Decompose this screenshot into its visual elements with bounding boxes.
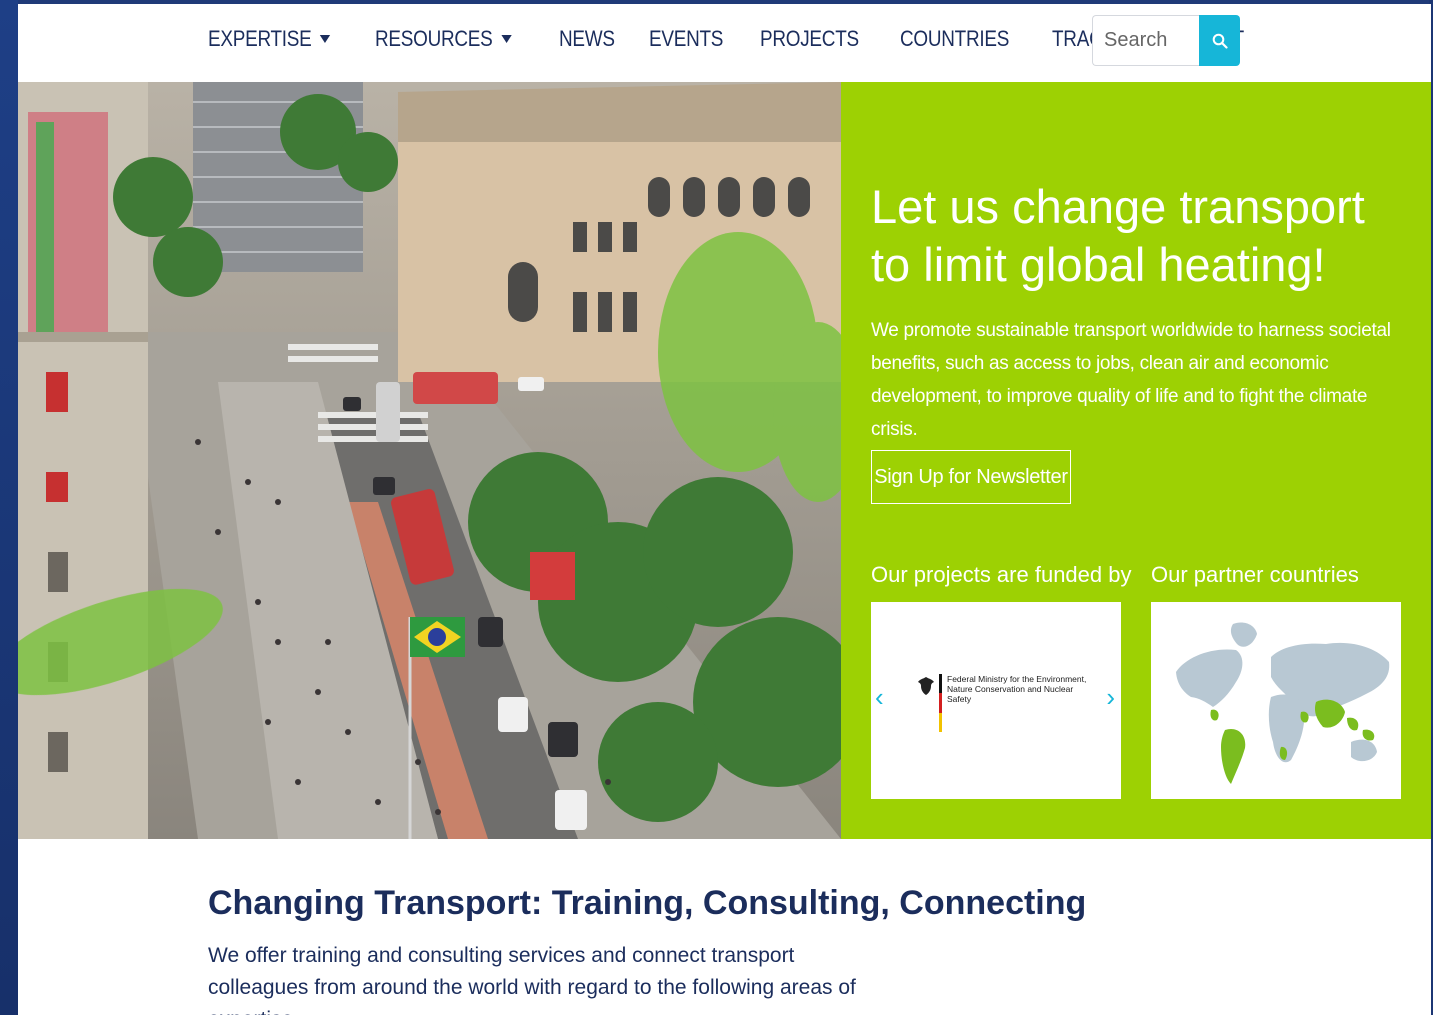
- nav-item-events[interactable]: EVENTS: [649, 26, 723, 52]
- funders-heading: Our projects are funded by: [871, 562, 1132, 587]
- top-navigation: EXPERTISE RESOURCES NEWS EVENTS PROJECTS COUN…: [18, 4, 1431, 82]
- hero-green-panel: Let us change transport to limit global …: [841, 82, 1431, 839]
- world-map-icon: [1176, 622, 1390, 784]
- search-input[interactable]: [1092, 15, 1199, 66]
- search-box: [1092, 15, 1240, 66]
- nav-item-projects[interactable]: PROJECTS: [760, 26, 859, 52]
- browser-backdrop-left: [0, 0, 18, 1015]
- section-description: We offer training and consulting service…: [208, 944, 856, 1015]
- funder-logo-text: Federal Ministry for the Environment, Na…: [947, 674, 1087, 704]
- newsletter-signup-button[interactable]: Sign Up for Newsletter: [871, 450, 1071, 504]
- hero-city-photo: [18, 82, 841, 839]
- german-flag-bar: [939, 674, 942, 732]
- nav-item-label: PROJECTS: [760, 26, 859, 51]
- search-button[interactable]: [1199, 15, 1240, 66]
- caret-down-icon: [501, 35, 512, 43]
- partner-countries-map[interactable]: [1151, 602, 1401, 799]
- search-icon: [1212, 33, 1228, 49]
- web-page: EXPERTISE RESOURCES NEWS EVENTS PROJECTS COUN…: [18, 4, 1431, 1015]
- nav-item-label: EXPERTISE: [208, 26, 312, 51]
- hero-intro-text: We promote sustainable transport worldwi…: [871, 320, 1391, 440]
- eagle-emblem-icon: [918, 677, 934, 695]
- carousel-next-arrow[interactable]: ›: [1106, 684, 1115, 710]
- partner-countries-heading: Our partner countries: [1151, 562, 1359, 587]
- nav-item-label: COUNTRIES: [900, 26, 1010, 51]
- hero-headline: Let us change transport to limit global …: [871, 180, 1365, 291]
- nav-item-news[interactable]: NEWS: [559, 26, 615, 52]
- nav-item-label: NEWS: [559, 26, 615, 51]
- nav-item-resources[interactable]: RESOURCES: [375, 26, 512, 52]
- nav-item-expertise[interactable]: EXPERTISE: [208, 26, 331, 52]
- caret-down-icon: [320, 35, 331, 43]
- bmu-logo: Federal Ministry for the Environment, Na…: [917, 674, 1086, 732]
- carousel-prev-arrow[interactable]: ‹: [875, 684, 884, 710]
- nav-item-label: EVENTS: [648, 26, 724, 51]
- funders-carousel: ‹ Federal Ministry for the Environment, …: [871, 602, 1121, 799]
- nav-item-label: RESOURCES: [375, 26, 493, 51]
- nav-item-countries[interactable]: COUNTRIES: [900, 26, 1009, 52]
- hero-section: Let us change transport to limit global …: [18, 82, 1431, 839]
- section-title: Changing Transport: Training, Consulting…: [208, 884, 1087, 922]
